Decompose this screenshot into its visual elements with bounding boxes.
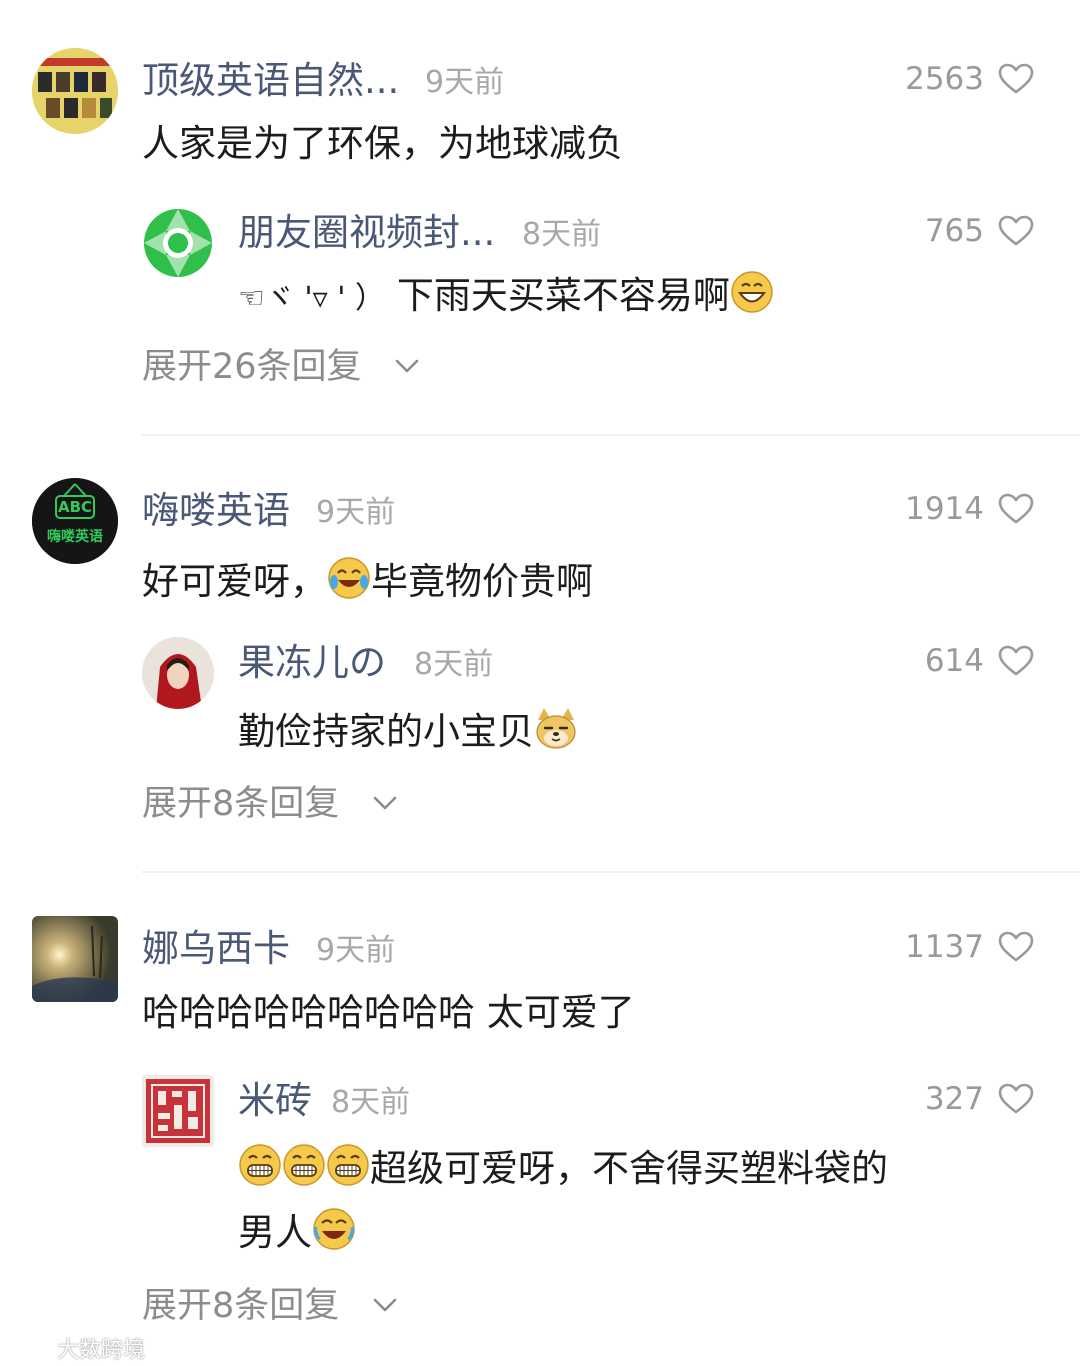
comment-text: ☜ヾ '▿ ' ） 下雨天买菜不容易啊 [238,270,774,317]
username[interactable]: 米砖 [238,1082,312,1119]
comment-main-text: 下雨天买菜不容易啊 [396,274,730,317]
avatar[interactable] [142,1075,214,1147]
username[interactable]: 娜乌西卡 [142,930,290,967]
comment-text: 人家是为了环保，为地球减负 [142,122,623,165]
avatar[interactable] [32,48,118,134]
heart-outline-icon[interactable] [998,215,1034,247]
chevron-down-icon[interactable] [371,1296,399,1314]
avatar-image [32,916,118,1002]
expand-replies-label: 展开26条回复 [142,347,362,387]
grinning-face-icon [731,271,773,313]
timestamp: 8天前 [331,1085,411,1120]
tears-of-joy-icon [328,557,370,599]
like-count: 1914 [905,491,984,527]
grinning-face-icon [283,1144,325,1186]
expand-replies-button[interactable]: 展开26条回复 [142,350,362,385]
comment-text: 哈哈哈哈哈哈哈哈哈 太可爱了 [142,991,635,1034]
username[interactable]: 朋友圈视频封... [238,214,495,251]
avatar-label-bottom: 嗨喽英语 [47,529,103,545]
heart-outline-icon[interactable] [998,931,1034,963]
divider [142,871,1080,873]
timestamp: 9天前 [425,65,505,100]
comment-text: 好可爱呀， 毕竟物价贵啊 [142,556,593,603]
seal-stamp-image [142,1075,214,1147]
heart-outline-icon[interactable] [998,1083,1034,1115]
grinning-face-icon [239,1144,281,1186]
abc-sign-logo [32,478,118,564]
avatar[interactable] [142,637,214,709]
watermark: 大数跨境 [10,1332,145,1364]
avatar-label-top: ABC [57,498,93,516]
timestamp: 9天前 [316,933,396,968]
doge-icon [536,708,576,749]
chevron-down-icon[interactable] [371,794,399,812]
timestamp: 9天前 [316,495,396,530]
avatar[interactable] [142,207,214,279]
like-count: 327 [924,1081,984,1117]
timestamp: 8天前 [414,647,494,682]
watermark-text: 大数跨境 [57,1338,146,1363]
chevron-down-icon[interactable] [393,357,421,375]
expand-replies-button[interactable]: 展开8条回复 [142,787,339,822]
expand-replies-button[interactable]: 展开8条回复 [142,1289,339,1324]
comment-text: 勤俭持家的小宝贝 [238,706,578,753]
expand-replies-label: 展开8条回复 [142,1286,340,1326]
heart-outline-icon[interactable] [998,63,1034,95]
comment-text-part: 毕竟物价贵啊 [371,560,593,603]
username[interactable]: 顶级英语自然... [142,62,399,99]
username[interactable]: 果冻儿の [238,644,386,681]
comment-text: 超级可爱呀，不舍得买塑料袋的 [238,1143,888,1190]
like-count: 765 [924,213,984,249]
like-count: 614 [924,643,984,679]
watermark-logo-icon [12,1342,48,1358]
comment-main-text: 超级可爱呀，不舍得买塑料袋的 [370,1147,888,1190]
comment-main-text: 男人 [238,1211,312,1254]
grinning-face-icon [327,1144,369,1186]
comment-text-line2: 男人 [238,1207,356,1254]
avatar-image [142,637,214,709]
avatar-image [32,48,118,134]
heart-outline-icon[interactable] [998,493,1034,525]
divider [142,434,1080,436]
avatar[interactable] [32,916,118,1002]
expand-replies-label: 展开8条回复 [142,784,340,824]
timestamp: 8天前 [522,217,602,252]
heart-outline-icon[interactable] [998,645,1034,677]
laughing-face-icon [313,1208,355,1250]
like-count: 1137 [905,929,984,965]
comment-main-text: 勤俭持家的小宝贝 [238,710,534,753]
avatar[interactable]: ABC 嗨喽英语 [32,478,118,564]
like-count: 2563 [905,61,984,97]
username[interactable]: 嗨喽英语 [142,492,290,529]
camera-aperture-logo [144,209,212,277]
kaomoji-text: ☜ヾ '▿ ' ） [238,281,386,316]
comment-text-part: 好可爱呀， [142,560,327,603]
